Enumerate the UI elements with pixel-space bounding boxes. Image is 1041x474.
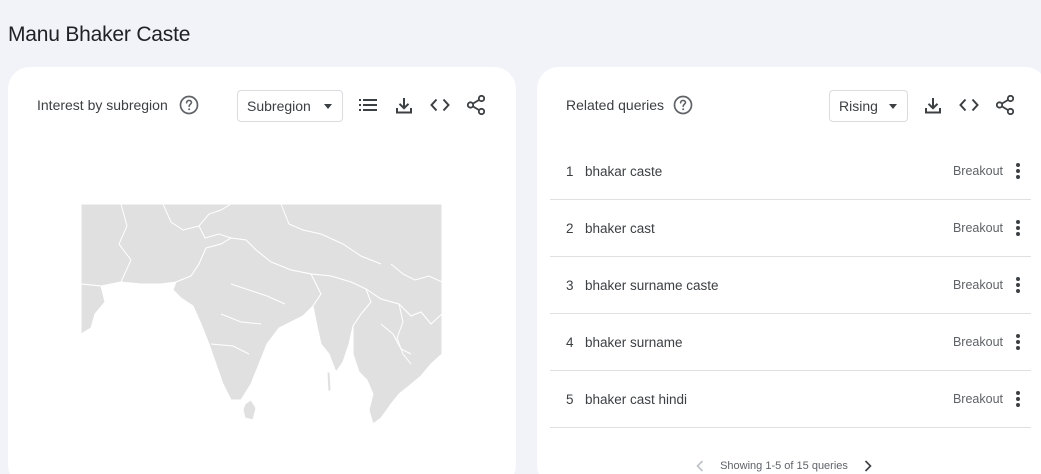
caret-down-icon: [324, 104, 332, 109]
query-text[interactable]: bhaker surname caste: [585, 278, 719, 293]
related-card-header: Related queries Rising: [537, 67, 1041, 143]
query-text[interactable]: bhaker surname: [585, 335, 683, 350]
query-value: Breakout: [952, 335, 1003, 349]
more-vert-icon[interactable]: [1009, 161, 1027, 181]
rising-select[interactable]: Rising: [829, 90, 908, 122]
query-row[interactable]: 5 bhaker cast hindi Breakout: [550, 371, 1031, 428]
query-value: Breakout: [952, 392, 1003, 406]
query-rank: 5: [566, 392, 574, 407]
interest-card-title: Interest by subregion: [37, 97, 168, 113]
embed-code-icon[interactable]: [958, 94, 980, 116]
query-row[interactable]: 3 bhaker surname caste Breakout: [550, 257, 1031, 314]
query-value: Breakout: [952, 164, 1003, 178]
query-rank: 3: [566, 278, 574, 293]
help-icon[interactable]: [673, 95, 693, 115]
embed-code-icon[interactable]: [429, 94, 451, 116]
query-text[interactable]: bhakar caste: [585, 164, 662, 179]
download-icon[interactable]: [393, 94, 415, 116]
query-rank: 4: [566, 335, 574, 350]
list-view-icon[interactable]: [357, 94, 379, 116]
share-icon[interactable]: [465, 94, 487, 116]
share-icon[interactable]: [994, 94, 1016, 116]
pagination: Showing 1-5 of 15 queries: [537, 458, 1041, 474]
subregion-select[interactable]: Subregion: [237, 90, 343, 122]
chevron-left-icon[interactable]: [694, 460, 706, 472]
query-row[interactable]: 4 bhaker surname Breakout: [550, 314, 1031, 371]
download-icon[interactable]: [922, 94, 944, 116]
caret-down-icon: [889, 104, 897, 109]
chevron-right-icon[interactable]: [862, 460, 874, 472]
related-card-title: Related queries: [566, 97, 665, 113]
subregion-select-value: Subregion: [247, 98, 311, 114]
help-icon[interactable]: [179, 95, 199, 115]
query-text[interactable]: bhaker cast hindi: [585, 392, 687, 407]
related-queries-list: 1 bhakar caste Breakout 2 bhaker cast Br…: [550, 143, 1031, 428]
query-text[interactable]: bhaker cast: [585, 221, 655, 236]
query-value: Breakout: [952, 278, 1003, 292]
query-row[interactable]: 1 bhakar caste Breakout: [550, 143, 1031, 200]
query-rank: 2: [566, 221, 574, 236]
interest-card-header: Interest by subregion Subregion: [8, 67, 516, 143]
page-title: Manu Bhaker Caste: [8, 23, 191, 46]
query-value: Breakout: [952, 221, 1003, 235]
query-rank: 1: [566, 164, 574, 179]
query-row[interactable]: 2 bhaker cast Breakout: [550, 200, 1031, 257]
pagination-label: Showing 1-5 of 15 queries: [720, 460, 848, 472]
more-vert-icon[interactable]: [1009, 218, 1027, 238]
rising-select-value: Rising: [839, 98, 878, 114]
interest-by-subregion-card: Interest by subregion Subregion: [8, 67, 516, 474]
related-queries-card: Related queries Rising 1 bhakar caste Br…: [537, 67, 1041, 474]
more-vert-icon[interactable]: [1009, 332, 1027, 352]
subregion-map[interactable]: [80, 203, 443, 427]
more-vert-icon[interactable]: [1009, 275, 1027, 295]
more-vert-icon[interactable]: [1009, 389, 1027, 409]
